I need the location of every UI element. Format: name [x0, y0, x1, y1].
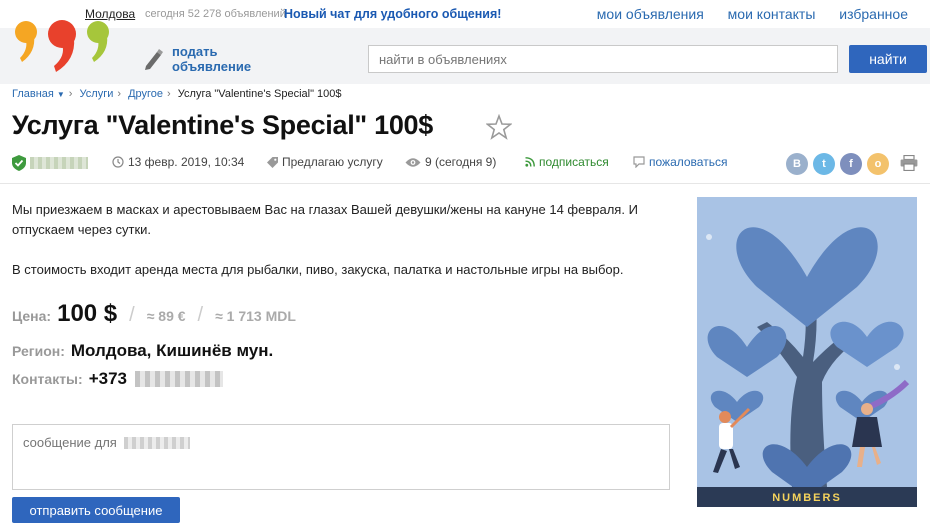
clock-icon	[112, 156, 124, 168]
twitter-share-icon[interactable]: t	[813, 153, 835, 175]
offer-type: Предлагаю услугу	[267, 155, 383, 169]
price-row: Цена: 100 $ / ≈ 89 € / ≈ 1 713 MDL	[12, 300, 296, 328]
listing-image[interactable]: NUMBERS	[697, 197, 917, 507]
today-count: сегодня 52 278 объявлений	[145, 8, 286, 20]
breadcrumb-separator: ›	[68, 88, 73, 100]
breadcrumb-separator: ›	[167, 88, 171, 100]
eye-icon	[405, 157, 421, 167]
vk-share-icon[interactable]: В	[786, 153, 808, 175]
description-paragraph: В стоимость входит аренда места для рыба…	[12, 262, 624, 277]
logo-quote-red	[48, 20, 76, 72]
facebook-share-icon[interactable]: f	[840, 153, 862, 175]
region-label: Регион:	[12, 343, 65, 359]
phone-number-blurred[interactable]	[134, 371, 223, 387]
breadcrumb-other[interactable]: Другое	[128, 88, 163, 100]
contacts-row: Контакты: +373	[12, 369, 223, 389]
divider	[0, 183, 930, 184]
message-input[interactable]	[12, 424, 670, 490]
post-ad-button[interactable]: подать объявление	[142, 44, 251, 74]
recipient-name-blurred	[124, 437, 190, 449]
odnoklassniki-share-icon[interactable]: о	[867, 153, 889, 175]
phone-prefix[interactable]: +373	[89, 369, 127, 389]
contacts-label: Контакты:	[12, 371, 83, 387]
breadcrumb: Главная ▼ › Услуги › Другое › Услуга "Valent…	[12, 88, 342, 100]
views-text: 9 (сегодня 9)	[425, 155, 497, 169]
listing-meta: 13 февр. 2019, 10:34 Предлагаю услугу 9 …	[12, 153, 928, 175]
search-input[interactable]	[368, 45, 838, 73]
page-title: Услуга "Valentine's Special" 100$	[12, 110, 433, 140]
breadcrumb-current: Услуга "Valentine's Special" 100$	[177, 88, 342, 100]
breadcrumb-home[interactable]: Главная	[12, 88, 54, 100]
logo-quote-orange	[15, 21, 37, 62]
listing-date-text: 13 февр. 2019, 10:34	[128, 155, 245, 169]
printer-icon[interactable]	[900, 155, 918, 171]
chevron-down-icon[interactable]: ▼	[57, 90, 65, 99]
listing-description: Мы приезжаем в масках и арестовываем Вас…	[12, 200, 682, 300]
seller-name-blurred	[30, 157, 88, 169]
subscribe-text: подписаться	[539, 155, 609, 169]
offer-type-text: Предлагаю услугу	[282, 155, 383, 169]
promo-link[interactable]: Новый чат для удобного общения!	[284, 7, 501, 21]
star-icon[interactable]	[486, 114, 512, 140]
image-caption: NUMBERS	[772, 492, 842, 504]
my-contacts-link[interactable]: мои контакты	[728, 6, 816, 22]
post-ad-label-line2: объявление	[172, 59, 252, 74]
subscribe-link[interactable]: подписаться	[525, 155, 609, 169]
shield-check-icon	[12, 155, 26, 171]
site-logo[interactable]	[14, 18, 114, 74]
price-value: 100 $	[57, 300, 118, 327]
pencil-icon	[145, 49, 163, 70]
views-count: 9 (сегодня 9)	[405, 155, 496, 169]
breadcrumb-separator: ›	[117, 88, 122, 100]
post-ad-label-line1: подать	[172, 44, 218, 59]
report-text: пожаловаться	[649, 155, 728, 169]
region-row: Регион: Молдова, Кишинёв мун.	[12, 341, 273, 361]
my-ads-link[interactable]: мои объявления	[597, 6, 704, 22]
speech-bubble-icon	[633, 156, 645, 168]
favorites-link[interactable]: избранное	[839, 6, 908, 22]
breadcrumb-services[interactable]: Услуги	[80, 88, 114, 100]
send-message-button[interactable]: отправить сообщение	[12, 497, 180, 523]
top-bar: Молдова сегодня 52 278 объявлений Новый …	[0, 0, 930, 28]
seller-info[interactable]	[12, 155, 88, 171]
price-eur: ≈ 89 €	[146, 308, 186, 324]
description-paragraph: Мы приезжаем в масках и арестовываем Вас…	[12, 202, 638, 237]
search-button[interactable]: найти	[849, 45, 927, 73]
price-mdl: ≈ 1 713 MDL	[215, 308, 296, 324]
tag-icon	[267, 156, 278, 168]
logo-quote-green	[87, 21, 109, 62]
post-ad-label: подать объявление	[172, 44, 251, 74]
price-separator: /	[197, 304, 204, 326]
price-label: Цена:	[12, 308, 52, 324]
rss-icon	[525, 157, 535, 167]
report-link[interactable]: пожаловаться	[633, 155, 727, 169]
price-separator: /	[129, 304, 135, 326]
listing-date: 13 февр. 2019, 10:34	[112, 155, 244, 169]
region-value: Молдова, Кишинёв мун.	[70, 341, 274, 360]
user-links: мои объявления мои контакты избранное	[577, 6, 908, 22]
